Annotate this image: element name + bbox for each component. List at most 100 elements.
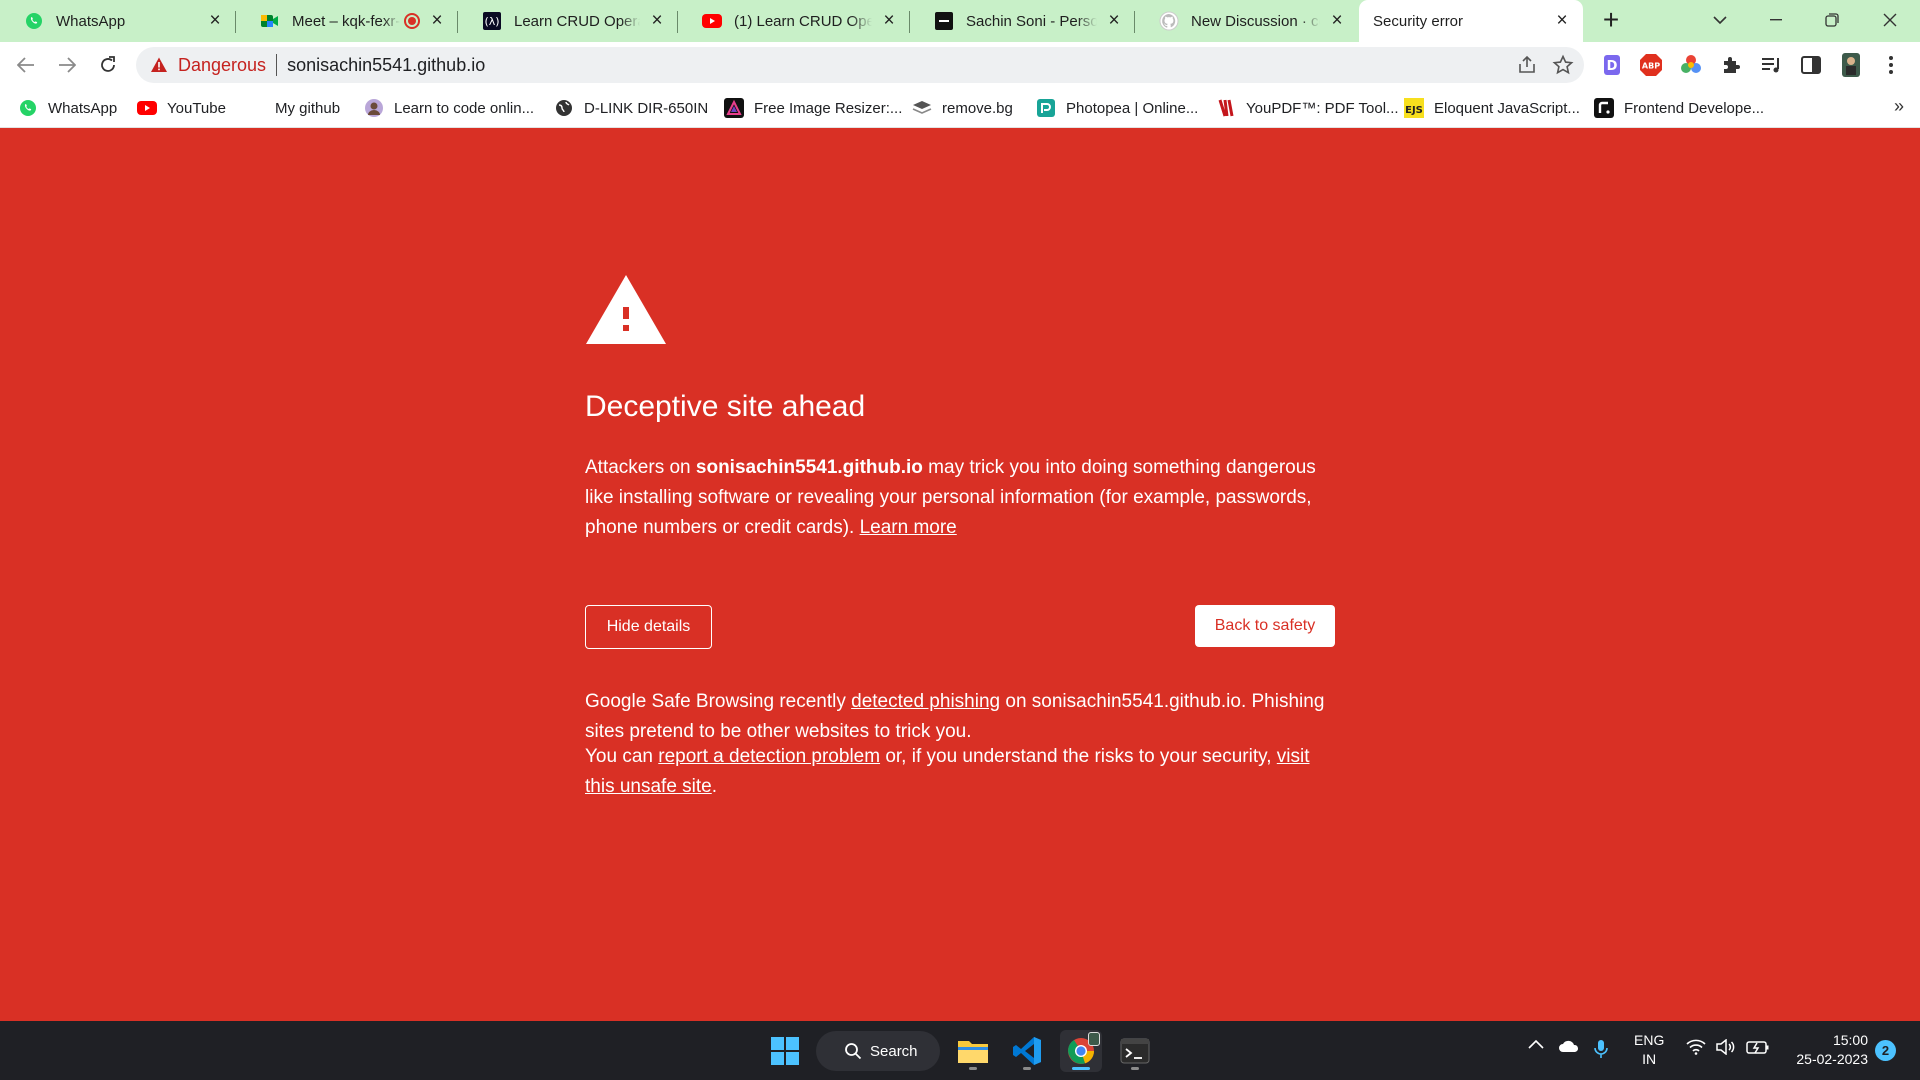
onedrive-cloud-icon[interactable] xyxy=(1558,1039,1580,1053)
running-indicator xyxy=(1072,1067,1090,1070)
system-clock[interactable]: 15:00 25-02-2023 xyxy=(1788,1031,1868,1069)
omnibox-divider xyxy=(276,54,278,76)
whatsapp-icon xyxy=(18,98,38,118)
extensions-puzzle-icon[interactable] xyxy=(1718,52,1744,78)
chrome-taskbar-icon[interactable] xyxy=(1060,1030,1102,1072)
bookmark-youpdf[interactable]: YouPDF™: PDF Tool... xyxy=(1216,96,1399,120)
close-icon[interactable]: × xyxy=(1326,10,1348,32)
learn-more-link[interactable]: Learn more xyxy=(860,517,957,538)
warning-description: Attackers on sonisachin5541.github.io ma… xyxy=(585,453,1325,543)
microphone-icon[interactable] xyxy=(1594,1039,1608,1059)
back-to-safety-button[interactable]: Back to safety xyxy=(1195,605,1335,647)
recording-icon xyxy=(404,13,420,29)
portfolio-icon xyxy=(934,11,954,31)
tab-youtube-crud[interactable]: (1) Learn CRUD Operations × xyxy=(678,0,910,42)
text-fragment: . xyxy=(711,776,718,797)
adblock-plus-icon[interactable]: ABP xyxy=(1638,52,1664,78)
bookmark-label: Free Image Resizer:... xyxy=(754,99,903,117)
tab-github-discussion[interactable]: New Discussion · community × xyxy=(1135,0,1358,42)
domain-name: sonisachin5541.github.io xyxy=(695,457,923,478)
side-panel-icon[interactable] xyxy=(1798,52,1824,78)
close-icon[interactable]: × xyxy=(646,10,668,32)
options-paragraph: You can report a detection problem or, i… xyxy=(585,742,1325,802)
windows-taskbar: Search ENG IN 15:00 25-02-2023 2 xyxy=(0,1021,1920,1080)
bookmark-star-icon[interactable] xyxy=(1552,54,1574,81)
bookmark-learn-to-code[interactable]: Learn to code onlin... xyxy=(364,96,534,120)
warning-icon[interactable] xyxy=(150,56,168,74)
whatsapp-icon xyxy=(24,11,44,31)
hide-details-button[interactable]: Hide details xyxy=(585,605,712,649)
bookmark-photopea[interactable]: Photopea | Online... xyxy=(1036,96,1198,120)
bookmarks-overflow-icon[interactable]: » xyxy=(1894,96,1904,117)
browser-toolbar: Dangerous sonisachin5541.github.io D ABP xyxy=(0,42,1920,88)
bookmark-eloquent-js[interactable]: EJS Eloquent JavaScript... xyxy=(1404,96,1580,120)
google-meet-icon xyxy=(260,11,280,31)
bookmark-label: My github xyxy=(275,99,341,117)
show-hidden-icons-chevron-icon[interactable] xyxy=(1528,1039,1544,1049)
clock-time: 15:00 xyxy=(1832,1032,1868,1048)
wifi-icon[interactable] xyxy=(1686,1039,1706,1055)
detected-phishing-link[interactable]: detected phishing xyxy=(851,691,1000,712)
taskbar-search[interactable]: Search xyxy=(816,1031,940,1071)
color-picker-icon[interactable] xyxy=(1678,52,1704,78)
reading-list-icon[interactable] xyxy=(1758,52,1784,78)
close-icon[interactable]: × xyxy=(1103,10,1125,32)
new-tab-button[interactable]: + xyxy=(1598,6,1624,34)
restore-button[interactable] xyxy=(1808,0,1856,40)
vscode-icon[interactable] xyxy=(1006,1030,1048,1072)
close-window-button[interactable] xyxy=(1866,0,1914,40)
bookmark-youtube[interactable]: YouTube xyxy=(137,96,226,120)
file-explorer-icon[interactable] xyxy=(952,1030,994,1072)
svg-text:ABP: ABP xyxy=(1642,62,1660,71)
bookmark-image-resizer[interactable]: Free Image Resizer:... xyxy=(724,96,902,120)
tab-whatsapp[interactable]: WhatsApp × xyxy=(0,0,236,42)
share-icon[interactable] xyxy=(1516,54,1538,81)
close-icon[interactable]: × xyxy=(426,10,448,32)
region-code: IN xyxy=(1642,1051,1657,1067)
minimize-button[interactable] xyxy=(1752,0,1800,40)
bookmark-whatsapp[interactable]: WhatsApp xyxy=(18,96,117,120)
tab-learn-crud[interactable]: (λ) Learn CRUD Operations × xyxy=(458,0,678,42)
address-bar[interactable]: Dangerous sonisachin5541.github.io xyxy=(136,47,1584,83)
extension-d-icon[interactable]: D xyxy=(1599,52,1625,78)
text-fragment: Attackers on xyxy=(585,457,696,478)
tab-security-error[interactable]: Security error × xyxy=(1359,0,1583,42)
bookmark-remove-bg[interactable]: remove.bg xyxy=(912,96,1013,120)
clock-date: 25-02-2023 xyxy=(1796,1051,1868,1067)
tab-title: (1) Learn CRUD Operations xyxy=(734,12,872,30)
close-icon[interactable]: × xyxy=(204,10,226,32)
report-detection-problem-link[interactable]: report a detection problem xyxy=(658,746,880,767)
volume-icon[interactable] xyxy=(1716,1039,1736,1055)
avatar-icon xyxy=(364,98,384,118)
terminal-icon[interactable] xyxy=(1114,1030,1156,1072)
bookmark-label: Photopea | Online... xyxy=(1066,99,1199,117)
tab-search-chevron-icon[interactable] xyxy=(1696,0,1744,40)
frontend-icon xyxy=(1594,98,1614,118)
removebg-icon xyxy=(912,98,932,118)
pdf-icon xyxy=(1216,98,1236,118)
chrome-menu-icon[interactable] xyxy=(1878,52,1904,78)
back-button[interactable] xyxy=(10,49,42,81)
profile-avatar-icon[interactable] xyxy=(1838,52,1864,78)
forward-button[interactable] xyxy=(51,49,83,81)
bookmark-frontend-developer[interactable]: Frontend Develope... xyxy=(1594,96,1764,120)
tab-sachin-soni[interactable]: Sachin Soni - Personal × xyxy=(910,0,1135,42)
security-status-label[interactable]: Dangerous xyxy=(178,55,266,76)
close-icon[interactable]: × xyxy=(878,10,900,32)
url-text[interactable]: sonisachin5541.github.io xyxy=(287,55,485,76)
battery-charging-icon[interactable] xyxy=(1746,1039,1770,1055)
chrome-profile-badge xyxy=(1088,1032,1100,1046)
notification-badge[interactable]: 2 xyxy=(1875,1040,1896,1061)
input-language-indicator[interactable]: ENG IN xyxy=(1634,1031,1664,1069)
start-button[interactable] xyxy=(764,1030,806,1072)
bookmark-label: D-LINK DIR-650IN xyxy=(584,99,709,117)
tab-google-meet[interactable]: Meet – kqk-fexr-p × xyxy=(236,0,458,42)
svg-text:EJS: EJS xyxy=(1405,105,1423,116)
windows-logo-icon xyxy=(771,1037,799,1065)
close-icon[interactable]: × xyxy=(1551,10,1573,32)
bookmark-label: Eloquent JavaScript... xyxy=(1434,99,1580,117)
security-interstitial: Deceptive site ahead Attackers on sonisa… xyxy=(0,128,1920,1021)
reload-button[interactable] xyxy=(92,49,124,81)
bookmark-my-github[interactable]: My github xyxy=(275,96,340,120)
bookmark-dlink[interactable]: D-LINK DIR-650IN xyxy=(554,96,708,120)
